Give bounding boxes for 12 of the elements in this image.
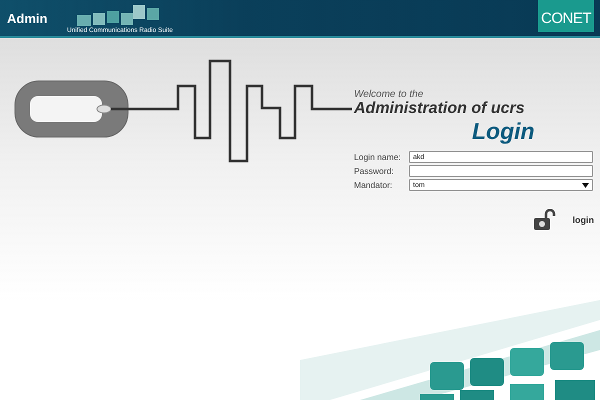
password-field[interactable] <box>409 165 593 177</box>
field-label: Password: <box>354 166 395 176</box>
login-button[interactable]: login <box>572 215 594 225</box>
app-title: Admin <box>6 10 48 26</box>
field-label: Mandator: <box>354 180 394 190</box>
caret-icon <box>582 182 589 188</box>
padlock-icon <box>532 209 556 231</box>
login-title: Login <box>472 118 535 145</box>
welcome-text: Welcome to the <box>354 89 424 100</box>
brand-logo: CONET <box>538 0 594 32</box>
welcome-heading: Administration of ucrs <box>354 100 525 118</box>
field-label: Login name: <box>354 152 402 162</box>
